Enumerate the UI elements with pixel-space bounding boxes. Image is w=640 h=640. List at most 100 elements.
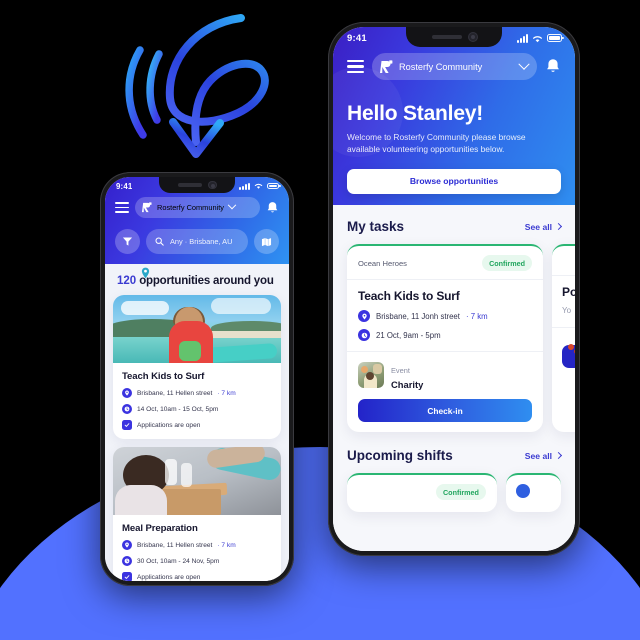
phone-right-screen: 9:41 Rosterfy Community Hello Stanley! W… [333, 27, 575, 551]
front-camera-icon [209, 181, 216, 189]
opportunities-label: opportunities around you [139, 275, 274, 287]
org-avatar [568, 250, 575, 272]
chevron-down-icon[interactable] [227, 200, 237, 209]
status-icons [517, 33, 564, 43]
opportunity-location: Brisbane, 11 Hellen street [137, 541, 213, 549]
org-name-label: Rosterfy Community [157, 203, 224, 212]
opportunities-count-line: 120 opportunities around you [113, 267, 281, 295]
opportunity-image-meal [113, 447, 281, 515]
curved-doodle-arrow-icon [110, 2, 290, 162]
opportunity-datetime: 30 Oct, 10am - 24 Nov, 5pm [137, 557, 220, 565]
search-value: Any · Brisbane, AU [170, 237, 233, 246]
checkbox-icon [122, 572, 132, 581]
phone-left-screen: 9:41 Rosterfy Community Any · Brisbane, … [105, 177, 289, 581]
status-time: 9:41 [347, 32, 367, 44]
status-icons [239, 182, 281, 190]
task-title: Teach Kids to Surf [358, 289, 460, 303]
rosterfy-logo-icon [142, 202, 152, 213]
check-in-button[interactable]: Check-in [358, 399, 532, 422]
task-org-label: Ocean Heroes [358, 258, 407, 268]
clock-icon [122, 404, 132, 414]
org-selector[interactable]: Rosterfy Community [135, 197, 260, 218]
top-navigation-bar: Rosterfy Community [347, 53, 561, 80]
upcoming-shifts-title: Upcoming shifts [347, 448, 453, 463]
upcoming-shifts-see-all-link[interactable]: See all [524, 450, 563, 461]
menu-hamburger-icon[interactable] [347, 58, 364, 75]
location-pin-icon [122, 388, 132, 398]
opportunity-location-row: Brisbane, 11 Hellen street · 7 km [122, 540, 272, 550]
menu-hamburger-icon[interactable] [115, 200, 129, 216]
task-distance: · 7 km [465, 311, 488, 321]
see-all-label: See all [524, 450, 552, 461]
opportunity-title: Meal Preparation [122, 523, 198, 534]
speaker-grille-icon [431, 35, 462, 39]
task-card-body: Teach Kids to Surf Brisbane, 11 Jonh str… [347, 280, 543, 352]
task-peek-body: Po Yo [552, 276, 575, 328]
opportunity-image-surf [113, 295, 281, 363]
filter-funnel-icon [122, 237, 133, 246]
cellular-signal-icon [517, 33, 528, 43]
org-selector[interactable]: Rosterfy Community [372, 53, 537, 80]
event-thumbnail [358, 362, 384, 388]
clock-icon [122, 556, 132, 566]
event-row: Event Charity [358, 360, 532, 390]
opportunity-title: Teach Kids to Surf [122, 371, 205, 382]
battery-icon [547, 34, 564, 42]
event-type-label: Event [391, 366, 410, 375]
phone-right-device: 9:41 Rosterfy Community Hello Stanley! W… [328, 22, 580, 556]
task-peek-subtitle: Yo [562, 306, 572, 315]
my-tasks-see-all-link[interactable]: See all [525, 222, 563, 232]
my-tasks-title: My tasks [347, 219, 405, 234]
task-card[interactable]: Ocean Heroes Confirmed Teach Kids to Sur… [347, 244, 543, 432]
app-body-left: 120 opportunities around you Teach Kids … [105, 264, 289, 581]
task-location-row: Brisbane, 11 Jonh street · 7 km [358, 310, 532, 322]
notch [406, 27, 502, 47]
search-icon [155, 237, 164, 246]
opportunities-count: 120 [117, 275, 137, 287]
task-location: Brisbane, 11 Jonh street [376, 311, 460, 321]
event-name: Charity [391, 379, 424, 390]
chevron-right-icon [554, 222, 563, 231]
notifications-bell-icon[interactable] [545, 58, 561, 75]
map-icon [261, 237, 272, 246]
checkbox-icon [122, 420, 132, 430]
map-view-button[interactable] [254, 229, 279, 254]
opportunity-distance: · 7 km [217, 389, 236, 397]
upcoming-shifts-section-header: Upcoming shifts See all [333, 448, 575, 463]
opportunity-status-row: Applications are open [122, 420, 272, 430]
search-row: Any · Brisbane, AU [115, 229, 279, 254]
task-peek-title: Po [562, 285, 575, 299]
shift-card-peek[interactable] [505, 473, 561, 512]
app-header-right: Rosterfy Community Hello Stanley! Welcom… [333, 27, 575, 205]
status-badge: Confirmed [435, 484, 486, 500]
wifi-icon [533, 35, 542, 42]
opportunity-location-row: Brisbane, 11 Hellen street · 7 km [122, 388, 272, 398]
shift-card[interactable]: Confirmed [347, 473, 497, 512]
browse-opportunities-button[interactable]: Browse opportunities [347, 168, 561, 194]
front-camera-icon [468, 33, 477, 41]
clock-icon [358, 329, 370, 341]
speaker-grille-icon [178, 183, 203, 187]
filter-button[interactable] [115, 229, 140, 254]
task-datetime-row: 21 Oct, 9am - 5pm [358, 329, 532, 341]
map-pin-decoration-icon [141, 266, 150, 279]
task-peek-footer [552, 328, 575, 378]
task-peek-header [552, 246, 575, 276]
rosterfy-logo-icon [380, 59, 393, 73]
opportunity-card[interactable]: Teach Kids to Surf Brisbane, 11 Hellen s… [113, 295, 281, 439]
scene-root: 9:41 Rosterfy Community Hello Stanley! W… [0, 0, 640, 640]
upcoming-shifts-card-rail[interactable]: Confirmed [333, 473, 575, 512]
status-time: 9:41 [116, 181, 133, 191]
org-name-label: Rosterfy Community [399, 61, 483, 72]
search-input[interactable]: Any · Brisbane, AU [146, 229, 248, 254]
my-tasks-card-rail[interactable]: Ocean Heroes Confirmed Teach Kids to Sur… [333, 244, 575, 432]
notifications-bell-icon[interactable] [266, 201, 279, 215]
my-tasks-section-header: My tasks See all [333, 219, 575, 234]
chevron-down-icon[interactable] [518, 58, 530, 70]
task-card-peek[interactable]: Po Yo [552, 244, 575, 432]
location-pin-icon [122, 540, 132, 550]
opportunity-location: Brisbane, 11 Hellen street [137, 389, 213, 397]
opportunity-card[interactable]: Meal Preparation Brisbane, 11 Hellen str… [113, 447, 281, 581]
shift-card-header: Confirmed [347, 475, 497, 512]
opportunity-info: Teach Kids to Surf Brisbane, 11 Hellen s… [113, 363, 281, 439]
